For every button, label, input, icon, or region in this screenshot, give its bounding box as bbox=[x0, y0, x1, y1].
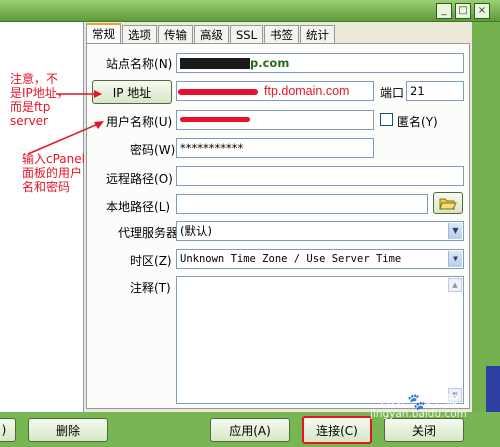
annotation-line: 名和密码 bbox=[22, 180, 71, 194]
tab-strip: 常规 选项 传输 高级 SSL 书签 统计 bbox=[86, 23, 336, 44]
port-input[interactable]: 21 bbox=[406, 81, 464, 101]
timezone-hotkey: (Z) bbox=[154, 254, 172, 268]
annotation-line: 面板的用户 bbox=[22, 166, 83, 180]
maximize-button[interactable]: □ bbox=[455, 3, 471, 19]
annotation-arrow-ip bbox=[56, 90, 102, 98]
timezone-label: 时区(Z) bbox=[130, 252, 172, 269]
comment-textarea[interactable]: ▲ ▼ bbox=[176, 276, 464, 404]
annotation-line: 而是ftp bbox=[10, 100, 51, 114]
comment-hotkey: (T) bbox=[154, 281, 171, 295]
anonymous-hotkey: (Y) bbox=[421, 115, 438, 129]
proxy-label: 代理服务器 bbox=[118, 226, 179, 240]
local-path-label-text: 本地路径 bbox=[106, 200, 155, 214]
window-controls: _ □ × bbox=[436, 3, 490, 19]
desktop-fragment bbox=[486, 366, 500, 412]
local-path-label: 本地路径(L) bbox=[106, 198, 170, 215]
annotation-line: 注意，不 bbox=[10, 72, 59, 86]
password-input[interactable]: *********** bbox=[176, 138, 374, 158]
port-label: 端口 bbox=[380, 86, 405, 100]
timezone-select[interactable]: Unknown Time Zone / Use Server Time ▼ bbox=[176, 249, 464, 269]
remote-path-label: 远程路径(O) bbox=[106, 170, 173, 187]
username-redaction-scribble bbox=[180, 117, 250, 122]
tab-transfer[interactable]: 传输 bbox=[158, 25, 193, 44]
chevron-down-icon: ▼ bbox=[448, 223, 462, 239]
tab-ssl[interactable]: SSL bbox=[230, 25, 264, 44]
remote-path-label-text: 远程路径 bbox=[106, 172, 155, 186]
annotation-arrow-cpanel bbox=[27, 121, 104, 155]
anonymous-label: 匿名(Y) bbox=[397, 113, 438, 130]
partial-left-button[interactable]: ) bbox=[0, 418, 16, 442]
redaction-mark bbox=[180, 58, 250, 69]
local-path-input[interactable] bbox=[176, 194, 428, 214]
apply-button[interactable]: 应用(A) bbox=[210, 418, 290, 442]
tab-options[interactable]: 选项 bbox=[122, 25, 157, 44]
tab-general[interactable]: 常规 bbox=[86, 23, 121, 44]
title-bar: _ □ × bbox=[0, 0, 500, 22]
annotation-note-cpanel: 输入cPanel 面板的用户 名和密码 bbox=[22, 152, 85, 194]
anonymous-checkbox[interactable] bbox=[380, 113, 393, 126]
comment-label: 注释(T) bbox=[130, 279, 171, 296]
minimize-button[interactable]: _ bbox=[436, 3, 452, 19]
local-path-hotkey: (L) bbox=[154, 200, 171, 214]
username-hotkey: (U) bbox=[154, 115, 173, 129]
proxy-value: (默认) bbox=[180, 224, 212, 238]
site-name-label-text: 站点名称 bbox=[106, 57, 155, 71]
open-folder-icon bbox=[439, 198, 457, 210]
remote-path-hotkey: (O) bbox=[154, 172, 173, 186]
ip-redaction-scribble bbox=[178, 89, 258, 95]
connect-button[interactable]: 连接(C) bbox=[302, 416, 372, 444]
password-hotkey: (W) bbox=[154, 143, 176, 157]
timezone-value: Unknown Time Zone / Use Server Time bbox=[180, 253, 402, 265]
comment-label-text: 注释 bbox=[130, 281, 155, 295]
baidu-watermark-url: jingyan.baidu.com bbox=[370, 408, 467, 420]
ip-address-button[interactable]: IP 地址 bbox=[92, 80, 172, 104]
site-name-value-suffix: p.com bbox=[250, 56, 290, 70]
delete-button[interactable]: 删除 bbox=[28, 418, 108, 442]
site-name-hotkey: (N) bbox=[154, 57, 173, 71]
anonymous-label-text: 匿名 bbox=[397, 115, 422, 129]
browse-folder-button[interactable] bbox=[433, 192, 463, 214]
username-label-text: 用户名称 bbox=[106, 115, 155, 129]
tab-advanced[interactable]: 高级 bbox=[194, 25, 229, 44]
window-right-border bbox=[472, 22, 500, 412]
close-window-button[interactable]: × bbox=[474, 3, 490, 19]
timezone-label-text: 时区 bbox=[130, 254, 155, 268]
site-name-input[interactable]: p.com bbox=[176, 53, 464, 73]
password-label-text: 密码 bbox=[130, 143, 155, 157]
chevron-down-icon: ▼ bbox=[448, 251, 462, 267]
tab-statistics[interactable]: 统计 bbox=[300, 25, 336, 44]
scroll-up-icon[interactable]: ▲ bbox=[448, 278, 462, 292]
site-name-label: 站点名称(N) bbox=[106, 55, 172, 72]
remote-path-input[interactable] bbox=[176, 166, 464, 186]
proxy-select[interactable]: (默认) ▼ bbox=[176, 221, 464, 241]
close-button[interactable]: 关闭 bbox=[384, 418, 464, 442]
tab-bookmarks[interactable]: 书签 bbox=[264, 25, 300, 44]
username-label: 用户名称(U) bbox=[106, 113, 172, 130]
password-label: 密码(W) bbox=[130, 141, 175, 158]
